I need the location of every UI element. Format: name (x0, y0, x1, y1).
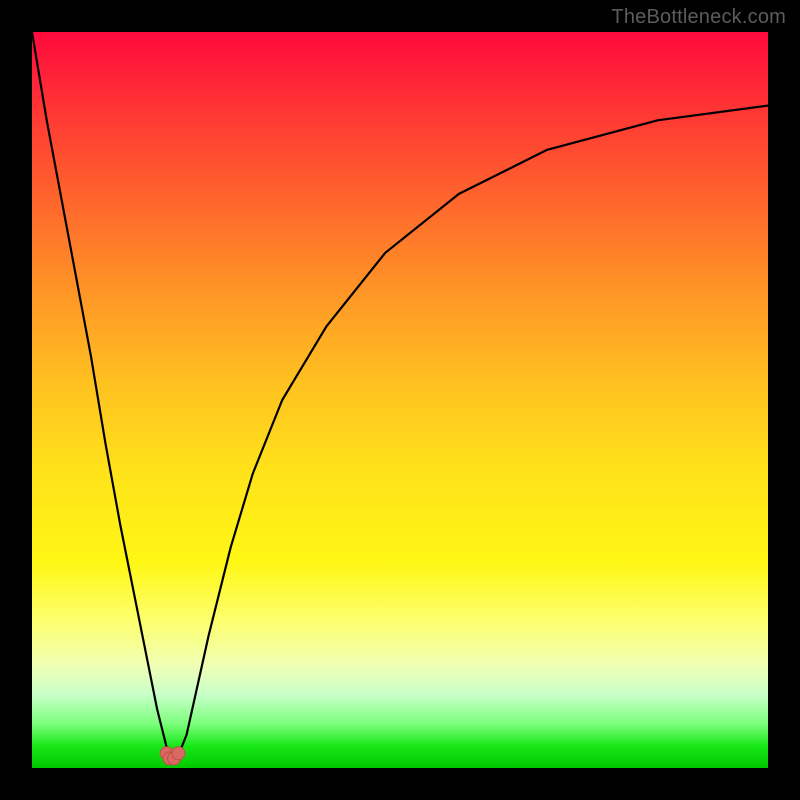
minimum-marker (172, 747, 185, 760)
bottleneck-chart (32, 32, 768, 768)
minimum-markers (160, 747, 185, 765)
plot-area (32, 32, 768, 768)
watermark-text: TheBottleneck.com (611, 6, 786, 29)
bottleneck-curve (32, 32, 768, 758)
